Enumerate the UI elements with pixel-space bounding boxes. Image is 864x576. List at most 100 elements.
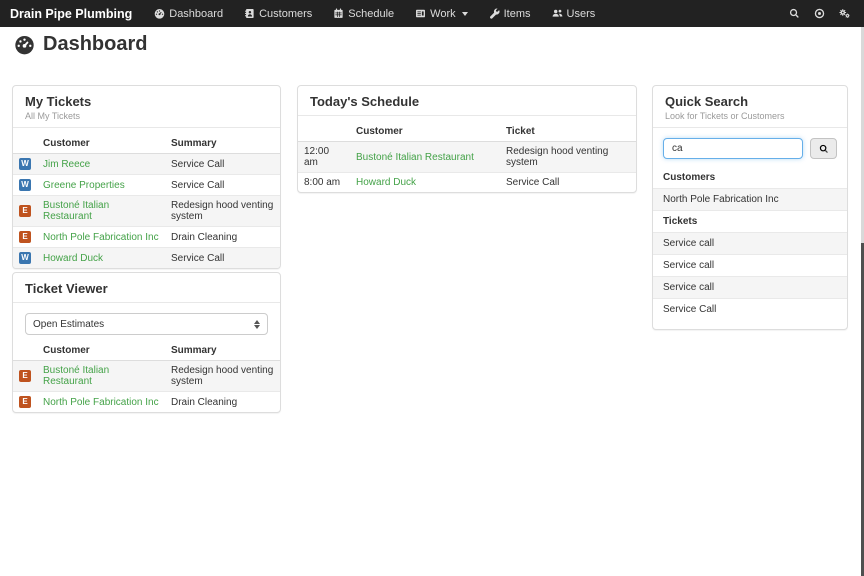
card-title: Ticket Viewer xyxy=(25,281,268,296)
nav-item-items[interactable]: Items xyxy=(489,8,531,20)
schedule-time: 8:00 am xyxy=(298,173,350,193)
ticket-type-badge: E xyxy=(19,370,31,382)
table-row: W Greene Properties Service Call xyxy=(13,175,280,196)
quick-search-button[interactable] xyxy=(810,138,837,159)
dashboard-icon xyxy=(154,8,165,19)
card-subtitle: All My Tickets xyxy=(25,111,268,121)
ticket-summary: Redesign hood venting system xyxy=(165,361,280,392)
table-header-row: Customer Ticket xyxy=(298,122,636,142)
main-nav: Dashboard Customers Schedule Work Items xyxy=(154,8,595,20)
card-title: Today's Schedule xyxy=(310,94,624,109)
nav-label: Items xyxy=(504,8,531,20)
table-row: 8:00 am Howard Duck Service Call xyxy=(298,173,636,193)
customer-link[interactable]: Howard Duck xyxy=(356,177,416,188)
nav-label: Customers xyxy=(259,8,312,20)
customer-link[interactable]: Bustoné Italian Restaurant xyxy=(43,200,109,222)
column-header: Customer xyxy=(350,122,500,142)
quick-search-input[interactable] xyxy=(663,138,803,159)
navbar-search-button[interactable] xyxy=(789,8,800,19)
table-row: E North Pole Fabrication Inc Drain Clean… xyxy=(13,392,280,413)
ticket-type-badge: W xyxy=(19,179,31,191)
nav-item-customers[interactable]: Customers xyxy=(244,8,312,20)
ticket-summary: Service Call xyxy=(165,248,280,269)
nav-item-work[interactable]: Work xyxy=(415,8,467,20)
selected-filter-value: Open Estimates xyxy=(33,319,104,330)
card-subtitle: Look for Tickets or Customers xyxy=(665,111,835,121)
brand-link[interactable]: Drain Pipe Plumbing xyxy=(0,7,146,21)
card-header: Today's Schedule xyxy=(298,86,636,116)
quick-search-card: Quick Search Look for Tickets or Custome… xyxy=(652,85,848,330)
customer-link[interactable]: Jim Reece xyxy=(43,159,90,170)
nav-item-users[interactable]: Users xyxy=(552,8,596,20)
search-result-ticket[interactable]: Service Call xyxy=(653,298,847,320)
results-section-header: Customers xyxy=(653,167,847,188)
card-header: My Tickets All My Tickets xyxy=(13,86,280,128)
nav-label: Work xyxy=(430,8,455,20)
my-tickets-table: Customer Summary W Jim Reece Service Cal… xyxy=(13,134,280,268)
work-icon xyxy=(415,8,426,19)
ticket-viewer-card: Ticket Viewer Open Estimates Customer Su… xyxy=(12,272,281,413)
ticket-type-badge: W xyxy=(19,252,31,264)
ticket-summary: Drain Cleaning xyxy=(165,227,280,248)
search-result-ticket[interactable]: Service call xyxy=(653,276,847,298)
nav-item-dashboard[interactable]: Dashboard xyxy=(154,8,223,20)
cogs-icon xyxy=(839,8,850,19)
customer-link[interactable]: North Pole Fabrication Inc xyxy=(43,232,159,243)
ticket-summary: Redesign hood venting system xyxy=(165,196,280,227)
ticket-summary: Redesign hood venting system xyxy=(500,142,636,173)
customer-link[interactable]: Bustoné Italian Restaurant xyxy=(356,152,474,163)
items-icon xyxy=(489,8,500,19)
nav-label: Users xyxy=(567,8,596,20)
table-row: E Bustoné Italian Restaurant Redesign ho… xyxy=(13,196,280,227)
ticket-summary: Drain Cleaning xyxy=(165,392,280,413)
search-result-customer[interactable]: North Pole Fabrication Inc xyxy=(653,188,847,210)
ticket-summary: Service Call xyxy=(165,154,280,175)
table-row: 12:00 am Bustoné Italian Restaurant Rede… xyxy=(298,142,636,173)
page-title: Dashboard xyxy=(43,33,147,56)
ticket-type-badge: E xyxy=(19,205,31,217)
schedule-time: 12:00 am xyxy=(298,142,350,173)
table-row: W Jim Reece Service Call xyxy=(13,154,280,175)
schedule-icon xyxy=(333,8,344,19)
table-row: E Bustoné Italian Restaurant Redesign ho… xyxy=(13,361,280,392)
ticket-viewer-table: Customer Summary E Bustoné Italian Resta… xyxy=(13,341,280,412)
search-result-ticket[interactable]: Service call xyxy=(653,232,847,254)
navbar-settings-button[interactable] xyxy=(839,8,850,19)
ticket-filter-select[interactable]: Open Estimates xyxy=(25,313,268,335)
customer-link[interactable]: North Pole Fabrication Inc xyxy=(43,397,159,408)
search-result-ticket[interactable]: Service call xyxy=(653,254,847,276)
card-title: My Tickets xyxy=(25,94,268,109)
ticket-type-badge: W xyxy=(19,158,31,170)
table-header-row: Customer Summary xyxy=(13,134,280,154)
my-tickets-card: My Tickets All My Tickets Customer Summa… xyxy=(12,85,281,269)
nav-label: Schedule xyxy=(348,8,394,20)
dashboard-icon xyxy=(14,34,35,55)
column-header: Summary xyxy=(165,341,280,361)
customer-link[interactable]: Bustoné Italian Restaurant xyxy=(43,365,109,387)
chevron-down-icon xyxy=(462,12,468,16)
table-header-row: Customer Summary xyxy=(13,341,280,361)
schedule-table: Customer Ticket 12:00 am Bustoné Italian… xyxy=(298,122,636,192)
customers-icon xyxy=(244,8,255,19)
top-navbar: Drain Pipe Plumbing Dashboard Customers … xyxy=(0,0,864,27)
column-header: Customer xyxy=(37,134,165,154)
customer-link[interactable]: Howard Duck xyxy=(43,253,103,264)
page-header: Dashboard xyxy=(14,33,147,56)
nav-item-schedule[interactable]: Schedule xyxy=(333,8,394,20)
search-icon xyxy=(789,8,800,19)
column-header: Summary xyxy=(165,134,280,154)
customer-link[interactable]: Greene Properties xyxy=(43,180,125,191)
quick-search-bar xyxy=(663,138,837,159)
nav-label: Dashboard xyxy=(169,8,223,20)
todays-schedule-card: Today's Schedule Customer Ticket 12:00 a… xyxy=(297,85,637,193)
table-row: W Howard Duck Service Call xyxy=(13,248,280,269)
search-icon xyxy=(819,144,829,154)
ticket-type-badge: E xyxy=(19,396,31,408)
ticket-summary: Service Call xyxy=(500,173,636,193)
card-header: Ticket Viewer xyxy=(13,273,280,303)
table-row: E North Pole Fabrication Inc Drain Clean… xyxy=(13,227,280,248)
column-header: Ticket xyxy=(500,122,636,142)
navbar-target-button[interactable] xyxy=(814,8,825,19)
dot-circle-icon xyxy=(814,8,825,19)
users-icon xyxy=(552,8,563,19)
